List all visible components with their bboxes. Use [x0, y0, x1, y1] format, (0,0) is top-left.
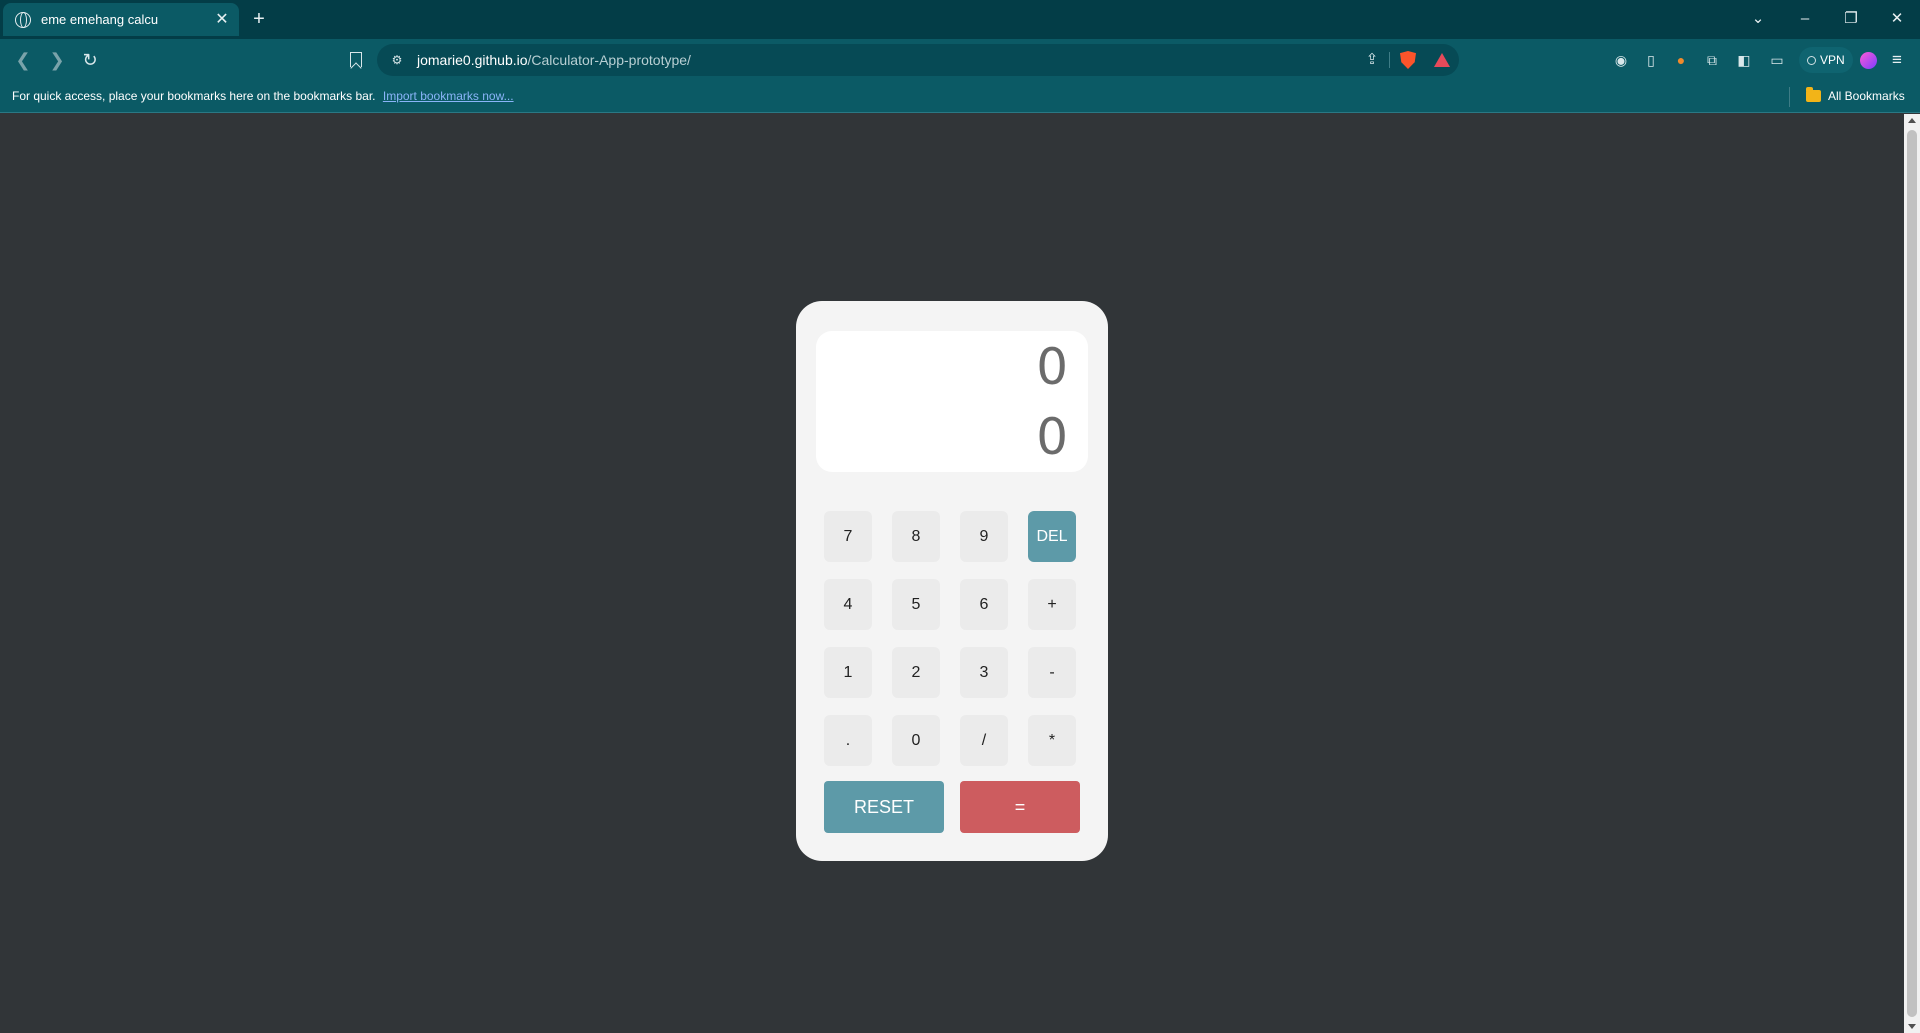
url-path: /Calculator-App-prototype/ — [527, 52, 691, 68]
bookmarks-hint-text: For quick access, place your bookmarks h… — [12, 89, 376, 103]
current-operand: 0 — [1036, 408, 1068, 466]
calculator-display: 0 0 — [816, 331, 1088, 472]
minimize-button[interactable]: – — [1790, 8, 1820, 30]
key-minus[interactable]: - — [1028, 647, 1076, 698]
address-bar[interactable]: ⚙ jomarie0.github.io/Calculator-App-prot… — [377, 44, 1459, 76]
folder-icon — [1806, 87, 1821, 102]
delete-button[interactable]: DEL — [1028, 511, 1076, 562]
key-6[interactable]: 6 — [960, 579, 1008, 630]
tab-close-icon[interactable]: ✕ — [213, 11, 231, 29]
key-plus[interactable]: + — [1028, 579, 1076, 630]
scrollbar-thumb[interactable] — [1907, 130, 1917, 1017]
phone-icon[interactable]: ▯ — [1640, 49, 1662, 71]
brave-rewards-icon[interactable] — [1434, 53, 1450, 67]
menu-icon[interactable]: ≡ — [1887, 50, 1907, 70]
scroll-down-icon[interactable] — [1908, 1024, 1916, 1029]
page-scrollbar[interactable] — [1904, 114, 1920, 1033]
equals-button[interactable]: = — [960, 781, 1080, 833]
back-button[interactable]: ❮ — [11, 48, 35, 72]
extensions-puzzle-icon[interactable]: ⧉ — [1701, 49, 1723, 71]
key-decimal[interactable]: . — [824, 715, 872, 766]
browser-tab[interactable]: eme emehang calcu ✕ — [3, 3, 239, 36]
browser-toolbar: ❮ ❯ ↻ ⚙ jomarie0.github.io/Calculator-Ap… — [0, 39, 1920, 81]
url-domain: jomarie0.github.io — [417, 52, 528, 68]
key-divide[interactable]: / — [960, 715, 1008, 766]
omnibox-divider — [1389, 52, 1390, 68]
bookmarks-hint: For quick access, place your bookmarks h… — [12, 89, 514, 103]
window-close-button[interactable]: ✕ — [1882, 8, 1912, 30]
sidebar-icon[interactable]: ◧ — [1733, 49, 1755, 71]
all-bookmarks-label: All Bookmarks — [1828, 89, 1905, 103]
tab-search-icon[interactable]: ⌄ — [1743, 8, 1773, 30]
key-multiply[interactable]: * — [1028, 715, 1076, 766]
all-bookmarks-button[interactable]: All Bookmarks — [1806, 87, 1905, 103]
wallet-icon[interactable]: ▭ — [1766, 49, 1788, 71]
url-text[interactable]: jomarie0.github.io/Calculator-App-protot… — [417, 52, 691, 68]
bookmarks-bar: For quick access, place your bookmarks h… — [0, 81, 1920, 113]
tab-title: eme emehang calcu — [41, 12, 159, 27]
site-info-icon[interactable]: ⚙ — [389, 52, 405, 68]
share-icon[interactable]: ⇪ — [1363, 51, 1381, 69]
key-3[interactable]: 3 — [960, 647, 1008, 698]
key-5[interactable]: 5 — [892, 579, 940, 630]
new-tab-button[interactable]: + — [248, 8, 270, 30]
key-7[interactable]: 7 — [824, 511, 872, 562]
scroll-up-icon[interactable] — [1908, 118, 1916, 123]
calculator: 0 0 7 8 9 DEL 4 5 6 + 1 2 3 - . 0 / * RE… — [796, 301, 1108, 861]
key-1[interactable]: 1 — [824, 647, 872, 698]
previous-operand: 0 — [1036, 338, 1068, 396]
bookmarks-divider — [1789, 87, 1790, 107]
key-4[interactable]: 4 — [824, 579, 872, 630]
bookmark-icon[interactable] — [350, 52, 362, 67]
tab-strip: eme emehang calcu ✕ + ⌄ – ❐ ✕ — [0, 0, 1920, 39]
reload-button[interactable]: ↻ — [78, 48, 102, 72]
vpn-button[interactable]: VPN — [1799, 47, 1853, 73]
import-bookmarks-link[interactable]: Import bookmarks now... — [383, 89, 514, 103]
key-2[interactable]: 2 — [892, 647, 940, 698]
vpn-status-icon — [1807, 55, 1816, 65]
vpn-label: VPN — [1820, 53, 1845, 67]
reset-button[interactable]: RESET — [824, 781, 944, 833]
key-0[interactable]: 0 — [892, 715, 940, 766]
globe-icon — [15, 11, 31, 28]
restore-button[interactable]: ❐ — [1836, 8, 1866, 30]
key-9[interactable]: 9 — [960, 511, 1008, 562]
extension-fox-icon[interactable]: ● — [1670, 49, 1692, 71]
brave-shields-icon[interactable] — [1400, 51, 1416, 69]
key-8[interactable]: 8 — [892, 511, 940, 562]
forward-button[interactable]: ❯ — [45, 48, 69, 72]
screenshot-icon[interactable]: ◉ — [1610, 49, 1632, 71]
profile-avatar[interactable] — [1860, 52, 1877, 69]
